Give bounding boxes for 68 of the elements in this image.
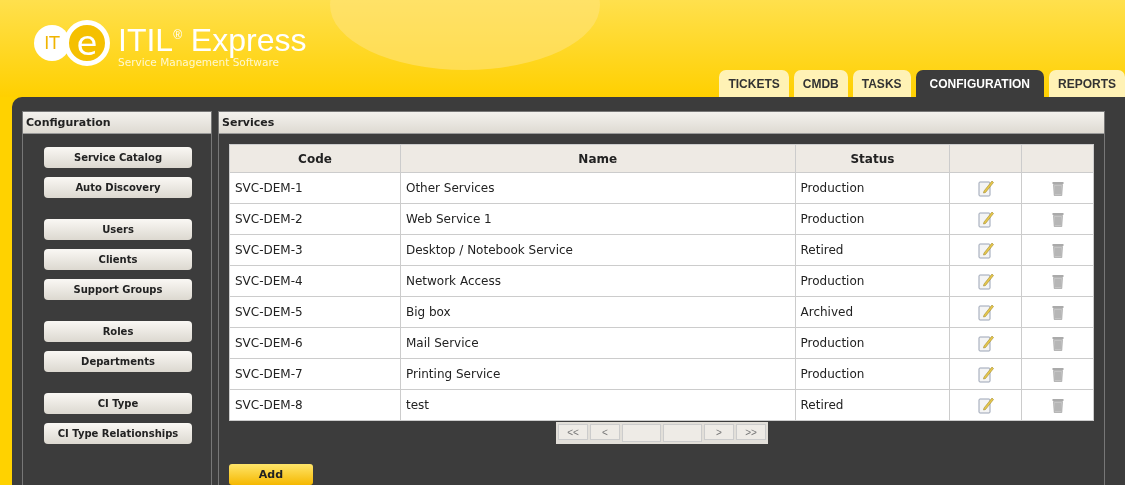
edit-icon[interactable] <box>977 241 994 259</box>
table-cell: Production <box>795 358 950 390</box>
trash-icon[interactable] <box>1051 366 1064 382</box>
page-field[interactable] <box>622 424 661 442</box>
panel-title: Services <box>219 112 1104 134</box>
sidebar-button[interactable]: Roles <box>44 321 192 342</box>
table-cell: Web Service 1 <box>400 203 796 235</box>
first-page-button[interactable]: << <box>558 424 588 440</box>
table-cell: SVC-DEM-5 <box>229 296 401 328</box>
table-cell: Network Access <box>400 265 796 297</box>
nav-tab[interactable]: REPORTS <box>1049 70 1125 97</box>
panel-title: Configuration <box>23 112 211 134</box>
sidebar-button[interactable]: CI Type <box>44 393 192 414</box>
table-cell: Big box <box>400 296 796 328</box>
next-page-button[interactable]: > <box>704 424 734 440</box>
table-cell: SVC-DEM-6 <box>229 327 401 359</box>
sidebar-button[interactable]: CI Type Relationships <box>44 423 192 444</box>
page-field[interactable] <box>663 424 702 442</box>
column-header: Code <box>229 144 401 173</box>
app-title: ITIL$^{®}$ Express <box>118 20 307 57</box>
table-cell: Production <box>795 265 950 297</box>
trash-icon[interactable] <box>1051 397 1064 413</box>
edit-icon[interactable] <box>977 272 994 290</box>
table-cell: Production <box>795 327 950 359</box>
table-cell: SVC-DEM-8 <box>229 389 401 421</box>
table-cell: SVC-DEM-3 <box>229 234 401 266</box>
table-cell: Production <box>795 203 950 235</box>
table-cell: Desktop / Notebook Service <box>400 234 796 266</box>
table-cell: Retired <box>795 389 950 421</box>
trash-icon[interactable] <box>1051 211 1064 227</box>
sidebar-button[interactable]: Departments <box>44 351 192 372</box>
add-button[interactable]: Add <box>229 464 313 485</box>
table-cell: SVC-DEM-1 <box>229 172 401 204</box>
column-header: Name <box>400 144 796 173</box>
table-cell: SVC-DEM-7 <box>229 358 401 390</box>
sidebar-button[interactable]: Support Groups <box>44 279 192 300</box>
logo-letter: e <box>64 19 110 66</box>
sidebar-button[interactable]: Clients <box>44 249 192 270</box>
edit-icon[interactable] <box>977 334 994 352</box>
edit-icon[interactable] <box>977 210 994 228</box>
edit-icon[interactable] <box>977 303 994 321</box>
nav-tab[interactable]: CONFIGURATION <box>915 70 1044 97</box>
trash-icon[interactable] <box>1051 180 1064 196</box>
column-header: Status <box>795 144 950 173</box>
table-cell: Mail Service <box>400 327 796 359</box>
table-cell: Production <box>795 172 950 204</box>
table-cell: Other Services <box>400 172 796 204</box>
nav-tab[interactable]: CMDB <box>793 70 848 97</box>
edit-icon[interactable] <box>977 179 994 197</box>
edit-icon[interactable] <box>977 365 994 383</box>
trash-icon[interactable] <box>1051 242 1064 258</box>
trash-icon[interactable] <box>1051 304 1064 320</box>
sidebar-button[interactable]: Users <box>44 219 192 240</box>
table-cell: SVC-DEM-2 <box>229 203 401 235</box>
table-cell: SVC-DEM-4 <box>229 265 401 297</box>
trash-icon[interactable] <box>1051 335 1064 351</box>
table-cell: Printing Service <box>400 358 796 390</box>
sidebar-button[interactable]: Service Catalog <box>44 147 192 168</box>
sidebar-button[interactable]: Auto Discovery <box>44 177 192 198</box>
table-cell: Archived <box>795 296 950 328</box>
nav-tab[interactable]: TICKETS <box>719 70 789 97</box>
last-page-button[interactable]: >> <box>736 424 766 440</box>
nav-tab[interactable]: TASKS <box>852 70 911 97</box>
edit-icon[interactable] <box>977 396 994 414</box>
table-cell: Retired <box>795 234 950 266</box>
previous-page-button[interactable]: < <box>590 424 620 440</box>
table-cell: test <box>400 389 796 421</box>
trash-icon[interactable] <box>1051 273 1064 289</box>
